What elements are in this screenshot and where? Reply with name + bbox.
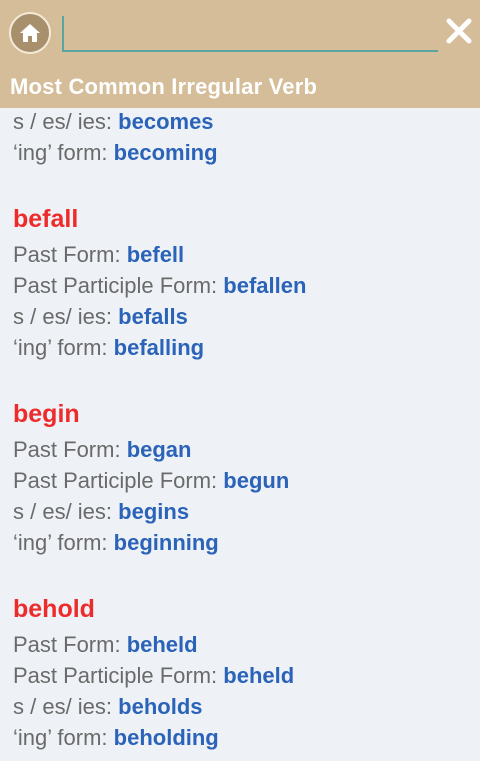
past-form-line: Past Form: began bbox=[13, 434, 480, 465]
close-icon bbox=[446, 18, 472, 44]
past-participle-label: Past Participle Form: bbox=[13, 663, 224, 688]
past-form-label: Past Form: bbox=[13, 437, 127, 462]
ing-form-label: ‘ing’ form: bbox=[13, 530, 114, 555]
verb-heading: begin bbox=[13, 400, 80, 428]
s-form-value: beholds bbox=[118, 694, 203, 719]
s-form-label: s / es/ ies: bbox=[13, 109, 119, 134]
home-button[interactable] bbox=[9, 12, 51, 54]
s-form-line: s / es/ ies: beholds bbox=[13, 691, 480, 722]
page-title: Most Common Irregular Verb bbox=[10, 74, 318, 99]
past-form-value: began bbox=[126, 437, 192, 462]
verb-entry: begin Past Form: began Past Participle F… bbox=[13, 394, 480, 558]
past-participle-line: Past Participle Form: begun bbox=[13, 465, 480, 496]
past-participle-value: befallen bbox=[223, 273, 307, 298]
verb-heading: befall bbox=[13, 205, 79, 233]
s-form-line: s / es/ ies: begins bbox=[13, 496, 480, 527]
past-form-value: beheld bbox=[126, 632, 198, 657]
ing-form-line: ‘ing’ form: becoming bbox=[13, 137, 480, 168]
ing-form-line: ‘ing’ form: befalling bbox=[13, 332, 480, 363]
entry-spacer bbox=[13, 363, 480, 394]
s-form-label: s / es/ ies: bbox=[13, 694, 119, 719]
ing-form-line: ‘ing’ form: beginning bbox=[13, 527, 480, 558]
past-form-line: Past Form: beheld bbox=[13, 629, 480, 660]
past-participle-line: Past Participle Form: befallen bbox=[13, 270, 480, 301]
verb-list: s / es/ ies: becomes ‘ing’ form: becomin… bbox=[13, 108, 480, 753]
close-button[interactable] bbox=[442, 14, 476, 48]
verb-entry: befall Past Form: befell Past Participle… bbox=[13, 199, 480, 363]
past-participle-label: Past Participle Form: bbox=[13, 468, 224, 493]
ing-form-value: becoming bbox=[113, 140, 218, 165]
verb-list-container[interactable]: s / es/ ies: becomes ‘ing’ form: becomin… bbox=[0, 108, 480, 761]
s-form-value: befalls bbox=[118, 304, 188, 329]
ing-form-label: ‘ing’ form: bbox=[13, 335, 114, 360]
ing-form-value: beginning bbox=[113, 530, 219, 555]
s-form-line: s / es/ ies: befalls bbox=[13, 301, 480, 332]
past-form-value: befell bbox=[126, 242, 185, 267]
past-participle-value: beheld bbox=[223, 663, 295, 688]
past-participle-line: Past Participle Form: beheld bbox=[13, 660, 480, 691]
past-participle-value: begun bbox=[223, 468, 290, 493]
entry-spacer bbox=[13, 558, 480, 589]
search-input[interactable] bbox=[62, 16, 438, 52]
entry-spacer bbox=[13, 168, 480, 199]
s-form-value: begins bbox=[118, 499, 190, 524]
s-form-value: becomes bbox=[118, 109, 214, 134]
ing-form-label: ‘ing’ form: bbox=[13, 725, 114, 750]
past-form-label: Past Form: bbox=[13, 632, 127, 657]
past-form-label: Past Form: bbox=[13, 242, 127, 267]
app-header: Most Common Irregular Verb bbox=[0, 0, 480, 108]
s-form-line: s / es/ ies: becomes bbox=[13, 108, 480, 137]
ing-form-value: beholding bbox=[113, 725, 219, 750]
verb-entry: behold Past Form: beheld Past Participle… bbox=[13, 589, 480, 753]
past-form-line: Past Form: befell bbox=[13, 239, 480, 270]
home-icon bbox=[20, 24, 40, 42]
past-participle-label: Past Participle Form: bbox=[13, 273, 224, 298]
ing-form-line: ‘ing’ form: beholding bbox=[13, 722, 480, 753]
s-form-label: s / es/ ies: bbox=[13, 304, 119, 329]
s-form-label: s / es/ ies: bbox=[13, 499, 119, 524]
ing-form-value: befalling bbox=[113, 335, 205, 360]
verb-heading: behold bbox=[13, 595, 95, 623]
ing-form-label: ‘ing’ form: bbox=[13, 140, 114, 165]
